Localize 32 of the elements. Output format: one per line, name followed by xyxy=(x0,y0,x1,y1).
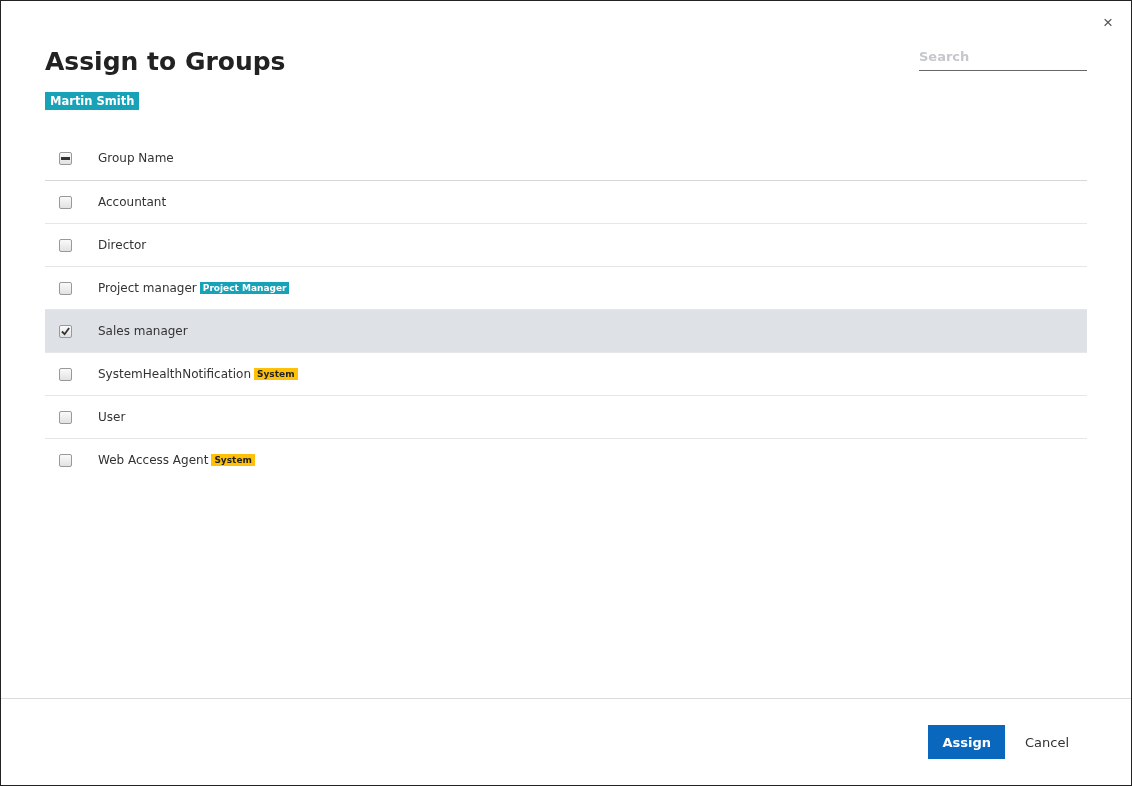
checkbox[interactable] xyxy=(59,324,72,338)
table-row[interactable]: SystemHealthNotification System xyxy=(45,353,1087,396)
user-tag: Martin Smith xyxy=(45,92,140,110)
group-name: SystemHealthNotification xyxy=(98,367,251,381)
checkbox[interactable] xyxy=(59,281,72,295)
close-button[interactable]: × xyxy=(1099,13,1117,33)
table-row[interactable]: Web Access Agent System xyxy=(45,439,1087,481)
group-tag: System xyxy=(254,368,298,380)
group-name: Project manager xyxy=(98,281,197,295)
group-tag: System xyxy=(211,454,255,466)
checkbox[interactable] xyxy=(59,367,72,381)
table-row[interactable]: Director xyxy=(45,224,1087,267)
checkbox[interactable] xyxy=(59,453,72,467)
group-name: User xyxy=(98,410,126,424)
table-row[interactable]: Accountant xyxy=(45,181,1087,224)
checkbox[interactable] xyxy=(59,238,72,252)
cancel-button[interactable]: Cancel xyxy=(1010,725,1083,759)
table-row[interactable]: User xyxy=(45,396,1087,439)
checkbox[interactable] xyxy=(59,151,72,165)
minus-icon xyxy=(61,156,70,160)
checkbox[interactable] xyxy=(59,195,72,209)
column-header: Group Name xyxy=(98,151,174,165)
checkbox[interactable] xyxy=(59,410,72,424)
group-name: Director xyxy=(98,238,147,252)
group-name: Accountant xyxy=(98,195,167,209)
group-name: Web Access Agent xyxy=(98,453,209,467)
check-icon xyxy=(61,326,70,336)
dialog-title: Assign to Groups xyxy=(45,47,286,76)
table-row[interactable]: Sales manager xyxy=(45,310,1087,353)
assign-button[interactable]: Assign xyxy=(928,725,1005,759)
group-tag: Project Manager xyxy=(199,282,290,294)
group-name: Sales manager xyxy=(98,324,188,338)
